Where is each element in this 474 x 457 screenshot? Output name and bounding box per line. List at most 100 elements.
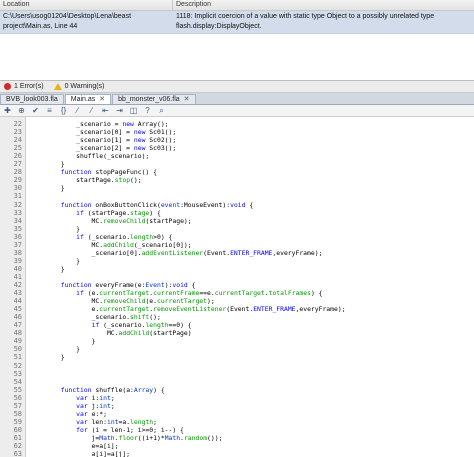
code-line[interactable]: } [30, 225, 80, 233]
compiler-status-bar: 1 Error(s) 0 Warning(s) [0, 81, 474, 93]
code-line[interactable]: var j:int; [30, 402, 115, 410]
search-icon[interactable]: ⌕ [157, 106, 166, 115]
code-line[interactable]: a[i]=a[j]; [30, 450, 131, 457]
code-line[interactable]: var len:int=a.length; [30, 418, 157, 426]
code-line[interactable]: _scenario[2] = new Sc03(); [30, 144, 176, 152]
code-token: (startPage); [145, 216, 192, 225]
line-number: 53 [13, 369, 22, 378]
error-location: C:\Users\usog01204\Desktop\Lena\beast pr… [3, 13, 132, 30]
code-line[interactable]: if (_scenario.length==0) { [30, 321, 192, 329]
code-line[interactable]: } [30, 184, 65, 192]
outdent-icon[interactable]: ⇤ [101, 106, 110, 115]
error-icon [4, 83, 11, 90]
code-token: _scenario = [30, 120, 123, 128]
code-token: } [30, 160, 65, 169]
code-line[interactable]: _scenario[0].addEventListener(Event.ENTE… [30, 248, 323, 257]
code-token: } [30, 184, 65, 193]
code-token: ((i+1)* [137, 433, 165, 442]
plus-icon[interactable]: ✚ [3, 106, 12, 115]
code-line[interactable]: MC.removeChild(startPage); [30, 217, 192, 225]
code-token: } [30, 353, 65, 362]
code-line[interactable]: _scenario[1] = new Sc02(); [30, 136, 176, 144]
line-number: 43 [13, 289, 22, 298]
description-column-header[interactable]: Description [173, 0, 211, 10]
code-token: function [60, 281, 92, 289]
line-number: 25 [13, 144, 22, 153]
line-comment-icon[interactable]: ⁄ [87, 106, 96, 115]
code-token: random [183, 433, 208, 442]
code-token: Array(); [133, 120, 169, 128]
code-line[interactable]: var i:int; [30, 394, 115, 402]
line-number: 58 [13, 409, 22, 418]
code-line[interactable]: if (startPage.stage) { [30, 209, 161, 217]
code-token: shuffle(a: [91, 385, 134, 394]
brackets-icon[interactable]: {} [59, 106, 68, 115]
line-number: 23 [13, 128, 22, 137]
close-icon[interactable]: ✕ [99, 95, 105, 105]
code-line[interactable]: function shuffle(a:Array) { [30, 386, 165, 394]
line-number: 46 [13, 313, 22, 322]
help-icon[interactable]: ? [143, 106, 152, 115]
code-line[interactable]: if (_scenario.length>0) { [30, 233, 172, 241]
line-number: 36 [13, 232, 22, 241]
lines-icon[interactable]: ≡ [45, 106, 54, 115]
code-line[interactable]: function stopPageFunc() { [30, 168, 157, 176]
code-token: e. [30, 305, 100, 314]
code-line[interactable]: } [30, 257, 80, 265]
line-number: 34 [13, 216, 22, 225]
line-number: 45 [13, 305, 22, 314]
code-line[interactable]: for (i = len-1; i>=0; i--) { [30, 426, 184, 434]
code-line[interactable]: shuffle(_scenario); [30, 152, 149, 160]
indent-icon[interactable]: ⇥ [115, 106, 124, 115]
code-line[interactable]: } [30, 353, 65, 361]
code-line[interactable]: } [30, 265, 65, 273]
code-line[interactable]: } [30, 160, 65, 168]
code-line[interactable]: startPage.stop(); [30, 176, 141, 184]
code-token: Event [145, 281, 165, 289]
code-token: (_scenario. [83, 232, 131, 241]
warning-count: 0 Warning(s) [53, 83, 104, 90]
code-token: var [76, 409, 88, 418]
check-icon[interactable]: ✔ [31, 106, 40, 115]
code-token: function [60, 168, 92, 177]
code-line[interactable]: function onBoxButtonClick(event:MouseEve… [30, 201, 253, 209]
target-icon[interactable]: ⊕ [17, 106, 26, 115]
close-icon[interactable]: ✕ [184, 95, 190, 105]
error-row[interactable]: C:\Users\usog01204\Desktop\Lena\beast pr… [0, 11, 474, 34]
code-token: ,everyFrame); [272, 248, 323, 257]
block-comment-icon[interactable]: ⁄ [73, 106, 82, 115]
code-token: new [133, 128, 146, 137]
location-column-header[interactable]: Location [0, 0, 173, 10]
code-snippet-icon[interactable]: ◫ [129, 106, 138, 115]
tab-bb-monster-v06[interactable]: bb_monster_v06.fla ✕ [112, 94, 196, 105]
code-token: (e. [145, 297, 157, 306]
code-line[interactable]: if (e.currentTarget.currentFrame==e.curr… [30, 289, 322, 297]
code-line[interactable]: e=a[i]; [30, 442, 119, 450]
tab-main-as[interactable]: Main.as ✕ [64, 94, 112, 105]
line-number: 39 [13, 256, 22, 265]
code-token: int [99, 393, 111, 402]
code-line[interactable]: e.currentTarget.removeEventListener(Even… [30, 305, 346, 313]
code-line[interactable]: MC.addChild(startPage) [30, 329, 192, 337]
code-line[interactable]: } [30, 345, 80, 353]
code-line[interactable]: _scenario[0] = new Sc01(); [30, 128, 176, 136]
code-token: ; [110, 393, 115, 402]
code-token: new [122, 120, 134, 128]
code-token: ; [110, 401, 115, 410]
code-line[interactable]: j=Math.floor((i+1)*Math.random()); [30, 433, 223, 442]
code-line[interactable]: function everyFrame(e:Event):void { [30, 281, 196, 289]
code-token: (_scenario. [99, 321, 146, 330]
code-line[interactable]: MC.addChild(_scenario[0]); [30, 241, 192, 249]
code-editor[interactable]: 22 23 24 25 26 27 28 29 30 31 32 33 34 35 36 37 38 39 40 41… [0, 117, 474, 457]
line-number: 40 [13, 264, 22, 273]
code-token: stage [130, 208, 150, 217]
code-token: addChild [118, 329, 150, 338]
code-line[interactable]: MC.removeChild(e.currentTarget); [30, 297, 215, 305]
code-line[interactable]: _scenario = new Array(); [30, 120, 169, 128]
code-token: =a. [118, 417, 131, 426]
code-line[interactable]: _scenario.shift(); [30, 313, 161, 321]
code-line[interactable]: } [30, 337, 96, 345]
tab-bvb-look003[interactable]: BVB_look003.fla [0, 94, 64, 104]
code-line[interactable]: var e:*; [30, 410, 107, 418]
